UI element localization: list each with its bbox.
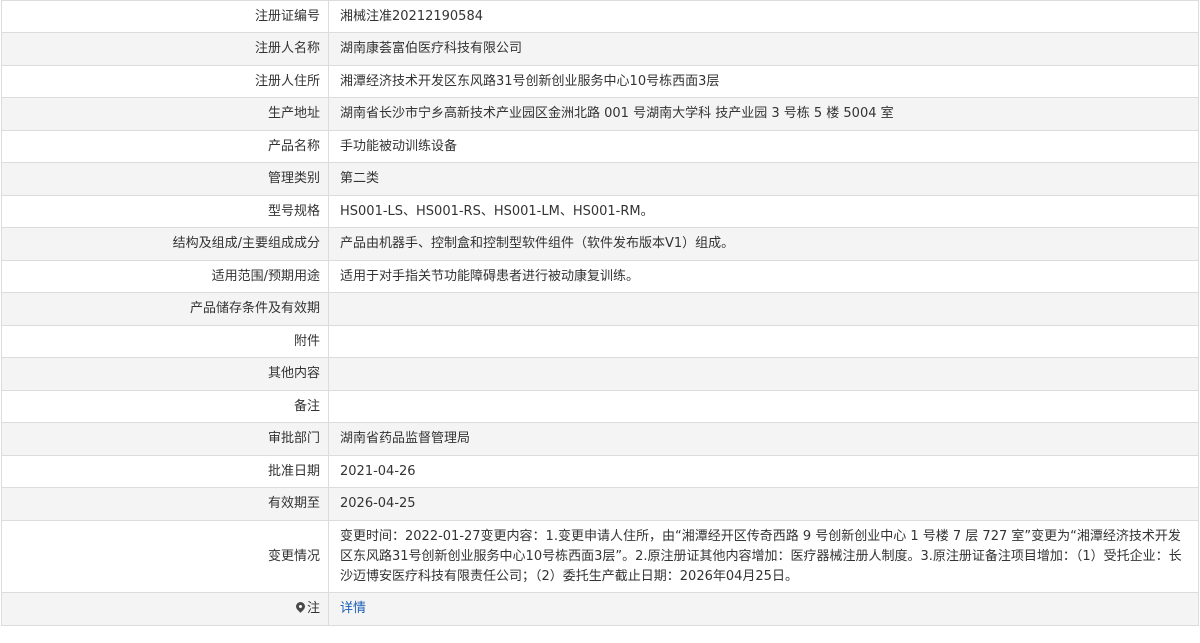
table-row: 批准日期 2021-04-26	[1, 455, 1199, 488]
row-value: 湖南省长沙市宁乡高新技术产业园区金洲北路 001 号湖南大学科 技产业园 3 号…	[328, 97, 1199, 131]
table-row: 变更情况 变更时间：2022-01-27变更内容：1.变更申请人住所，由“湘潭经…	[1, 520, 1199, 593]
row-value: 变更时间：2022-01-27变更内容：1.变更申请人住所，由“湘潭经开区传奇西…	[328, 520, 1199, 593]
details-link[interactable]: 详情	[340, 601, 366, 616]
table-row: 备注	[1, 390, 1199, 423]
table-row: 型号规格 HS001-LS、HS001-RS、HS001-LM、HS001-RM…	[1, 195, 1199, 228]
row-value: 湖南康荟富伯医疗科技有限公司	[328, 32, 1199, 66]
row-label: 结构及组成/主要组成成分	[1, 227, 329, 261]
table-row: 其他内容	[1, 357, 1199, 391]
row-value	[328, 325, 1199, 358]
note-value-cell: 详情	[328, 592, 1199, 626]
row-label: 注册人住所	[1, 65, 329, 98]
row-label: 审批部门	[1, 422, 329, 456]
row-value	[328, 292, 1199, 326]
row-value: 湘潭经济技术开发区东风路31号创新创业服务中心10号栋西面3层	[328, 65, 1199, 98]
row-value: 湘械注准20212190584	[328, 0, 1199, 33]
row-label: 其他内容	[1, 357, 329, 391]
row-label: 产品名称	[1, 130, 329, 163]
row-label: 生产地址	[1, 97, 329, 131]
row-label: 产品储存条件及有效期	[1, 292, 329, 326]
row-label: 批准日期	[1, 455, 329, 488]
row-label: 管理类别	[1, 162, 329, 196]
table-row: 结构及组成/主要组成成分 产品由机器手、控制盒和控制型软件组件（软件发布版本V1…	[1, 227, 1199, 261]
row-label: 备注	[1, 390, 329, 423]
table-row: 注册人住所 湘潭经济技术开发区东风路31号创新创业服务中心10号栋西面3层	[1, 65, 1199, 98]
note-label: 注	[306, 601, 320, 616]
row-label: 变更情况	[1, 520, 329, 593]
table-row: 有效期至 2026-04-25	[1, 487, 1199, 521]
registration-table: 注册证编号 湘械注准20212190584 注册人名称 湖南康荟富伯医疗科技有限…	[1, 0, 1199, 626]
table-row: 审批部门 湖南省药品监督管理局	[1, 422, 1199, 456]
row-value: 2021-04-26	[328, 455, 1199, 488]
row-label: 有效期至	[1, 487, 329, 521]
note-label-cell: 注	[1, 592, 329, 626]
row-value: 产品由机器手、控制盒和控制型软件组件（软件发布版本V1）组成。	[328, 227, 1199, 261]
row-label: 附件	[1, 325, 329, 358]
row-label: 注册证编号	[1, 0, 329, 33]
row-value	[328, 357, 1199, 391]
row-value: 湖南省药品监督管理局	[328, 422, 1199, 456]
row-value: 适用于对手指关节功能障碍患者进行被动康复训练。	[328, 260, 1199, 293]
note-row: 注 详情	[1, 592, 1199, 626]
table-row: 产品储存条件及有效期	[1, 292, 1199, 326]
table-row: 生产地址 湖南省长沙市宁乡高新技术产业园区金洲北路 001 号湖南大学科 技产业…	[1, 97, 1199, 131]
row-value: 2026-04-25	[328, 487, 1199, 521]
table-row: 注册人名称 湖南康荟富伯医疗科技有限公司	[1, 32, 1199, 66]
row-label: 适用范围/预期用途	[1, 260, 329, 293]
row-value	[328, 390, 1199, 423]
row-value: HS001-LS、HS001-RS、HS001-LM、HS001-RM。	[328, 195, 1199, 228]
table-row: 注册证编号 湘械注准20212190584	[1, 0, 1199, 33]
table-row: 产品名称 手功能被动训练设备	[1, 130, 1199, 163]
table-row: 适用范围/预期用途 适用于对手指关节功能障碍患者进行被动康复训练。	[1, 260, 1199, 293]
map-pin-icon	[296, 602, 305, 613]
table-row: 附件	[1, 325, 1199, 358]
row-label: 注册人名称	[1, 32, 329, 66]
row-value: 第二类	[328, 162, 1199, 196]
row-value: 手功能被动训练设备	[328, 130, 1199, 163]
row-label: 型号规格	[1, 195, 329, 228]
table-row: 管理类别 第二类	[1, 162, 1199, 196]
record-detail: 注册证编号 湘械注准20212190584 注册人名称 湖南康荟富伯医疗科技有限…	[0, 0, 1200, 626]
